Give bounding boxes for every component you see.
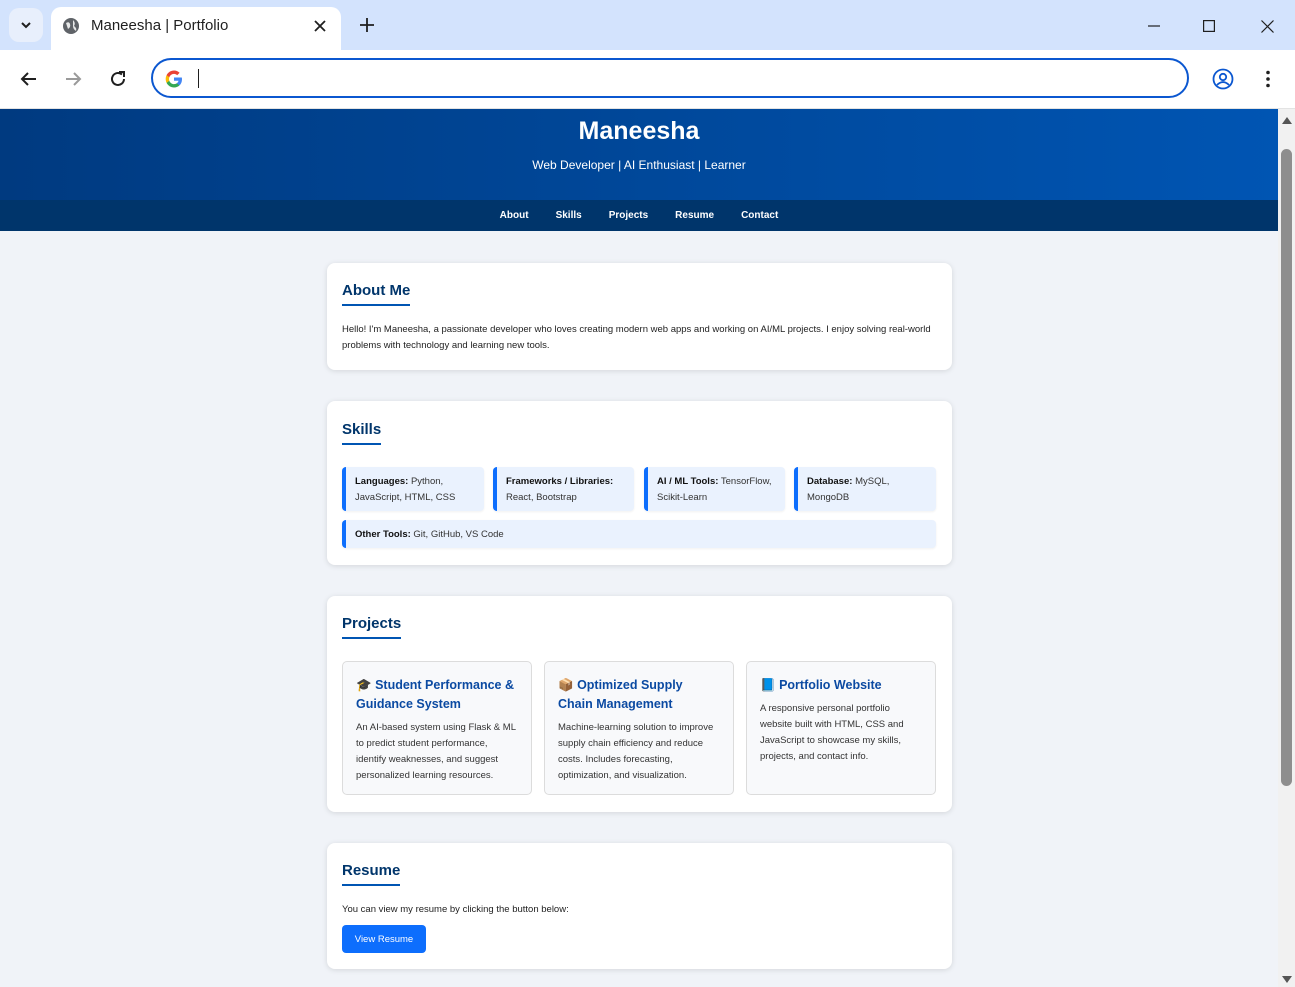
- skill-other-tools: Other Tools: Git, GitHub, VS Code: [342, 520, 936, 548]
- page-viewport: Maneesha Web Developer | AI Enthusiast |…: [0, 109, 1278, 987]
- address-input[interactable]: [201, 66, 1155, 94]
- project-title-text: Optimized Supply Chain Management: [558, 678, 683, 711]
- browser-toolbar: [0, 50, 1295, 109]
- nav-link-contact[interactable]: Contact: [728, 210, 792, 221]
- site-header: Maneesha Web Developer | AI Enthusiast |…: [0, 109, 1278, 200]
- browser-tab[interactable]: Maneesha | Portfolio: [51, 7, 341, 50]
- projects-section: Projects 🎓 Student Performance & Guidanc…: [327, 596, 952, 812]
- address-bar[interactable]: [151, 58, 1189, 98]
- site-tagline: Web Developer | AI Enthusiast | Learner: [532, 158, 746, 172]
- project-title-text: Student Performance & Guidance System: [356, 678, 514, 711]
- menu-button[interactable]: [1252, 63, 1284, 95]
- skill-database: Database: MySQL, MongoDB: [794, 467, 936, 511]
- about-section: About Me Hello! I'm Maneesha, a passiona…: [327, 263, 952, 370]
- minimize-button[interactable]: [1134, 8, 1174, 44]
- skill-value: React, Bootstrap: [506, 492, 577, 503]
- window-close-button[interactable]: [1247, 8, 1287, 44]
- arrow-left-icon: [20, 72, 36, 86]
- skill-languages: Languages: Python, JavaScript, HTML, CSS: [342, 467, 484, 511]
- package-icon: 📦: [558, 678, 574, 692]
- text-caret: [198, 69, 199, 88]
- profile-icon: [1212, 68, 1234, 90]
- scroll-down-arrow-icon[interactable]: [1282, 976, 1292, 983]
- project-card: 🎓 Student Performance & Guidance System …: [342, 661, 532, 795]
- page-scrollbar[interactable]: [1278, 109, 1295, 987]
- site-title: Maneesha: [578, 117, 700, 145]
- plus-icon: [360, 18, 374, 32]
- minimize-icon: [1148, 25, 1160, 27]
- skill-label: Frameworks / Libraries:: [506, 476, 614, 487]
- scroll-up-arrow-icon[interactable]: [1282, 117, 1292, 124]
- view-resume-button[interactable]: View Resume: [342, 925, 426, 953]
- more-vert-icon: [1266, 70, 1270, 88]
- scrollbar-thumb[interactable]: [1281, 149, 1292, 786]
- project-description: A responsive personal portfolio website …: [760, 703, 904, 762]
- resume-text: You can view my resume by clicking the b…: [342, 904, 569, 915]
- project-description: An AI-based system using Flask & ML to p…: [356, 722, 516, 781]
- reload-button[interactable]: [102, 63, 134, 95]
- back-button[interactable]: [13, 63, 45, 95]
- skill-ai-ml: AI / ML Tools: TensorFlow, Scikit-Learn: [644, 467, 785, 511]
- reload-icon: [111, 71, 125, 86]
- skills-section: Skills Languages: Python, JavaScript, HT…: [327, 401, 952, 565]
- graduation-cap-icon: 🎓: [356, 678, 372, 692]
- project-title[interactable]: 📦 Optimized Supply Chain Management: [558, 676, 720, 714]
- tab-close-button[interactable]: [309, 15, 331, 37]
- project-card: 📦 Optimized Supply Chain Management Mach…: [544, 661, 734, 795]
- new-tab-button[interactable]: [354, 12, 380, 38]
- about-heading: About Me: [342, 282, 411, 306]
- skill-frameworks: Frameworks / Libraries: React, Bootstrap: [493, 467, 634, 511]
- maximize-button[interactable]: [1189, 8, 1229, 44]
- chevron-down-icon: [21, 22, 31, 29]
- nav-link-about[interactable]: About: [486, 210, 542, 221]
- site-nav: About Skills Projects Resume Contact: [0, 200, 1278, 231]
- skill-label: AI / ML Tools:: [657, 476, 719, 487]
- project-card: 📘 Portfolio Website A responsive persona…: [746, 661, 936, 795]
- skill-label: Database:: [807, 476, 853, 487]
- skills-heading: Skills: [342, 421, 382, 445]
- tab-title: Maneesha | Portfolio: [91, 17, 229, 34]
- book-icon: 📘: [760, 678, 776, 692]
- close-icon: [314, 20, 326, 32]
- google-icon: [165, 70, 182, 88]
- nav-link-skills[interactable]: Skills: [542, 210, 595, 221]
- nav-link-resume[interactable]: Resume: [662, 210, 728, 221]
- project-title[interactable]: 🎓 Student Performance & Guidance System: [356, 676, 518, 714]
- resume-heading: Resume: [342, 862, 401, 886]
- maximize-icon: [1203, 20, 1215, 32]
- browser-tabstrip: Maneesha | Portfolio: [0, 0, 1295, 50]
- project-description: Machine-learning solution to improve sup…: [558, 722, 714, 781]
- close-icon: [1260, 19, 1274, 33]
- forward-button[interactable]: [57, 63, 89, 95]
- skill-value: Git, GitHub, VS Code: [413, 529, 504, 540]
- about-text: Hello! I'm Maneesha, a passionate develo…: [342, 324, 931, 351]
- skill-label: Other Tools:: [355, 529, 411, 540]
- tab-search-button[interactable]: [9, 8, 43, 42]
- projects-heading: Projects: [342, 615, 402, 639]
- project-title-text: Portfolio Website: [779, 678, 882, 692]
- arrow-right-icon: [66, 72, 82, 86]
- skill-label: Languages:: [355, 476, 409, 487]
- project-title[interactable]: 📘 Portfolio Website: [760, 676, 922, 695]
- globe-icon: [63, 18, 79, 34]
- resume-section: Resume You can view my resume by clickin…: [327, 843, 952, 969]
- profile-button[interactable]: [1207, 63, 1239, 95]
- nav-link-projects[interactable]: Projects: [595, 210, 661, 221]
